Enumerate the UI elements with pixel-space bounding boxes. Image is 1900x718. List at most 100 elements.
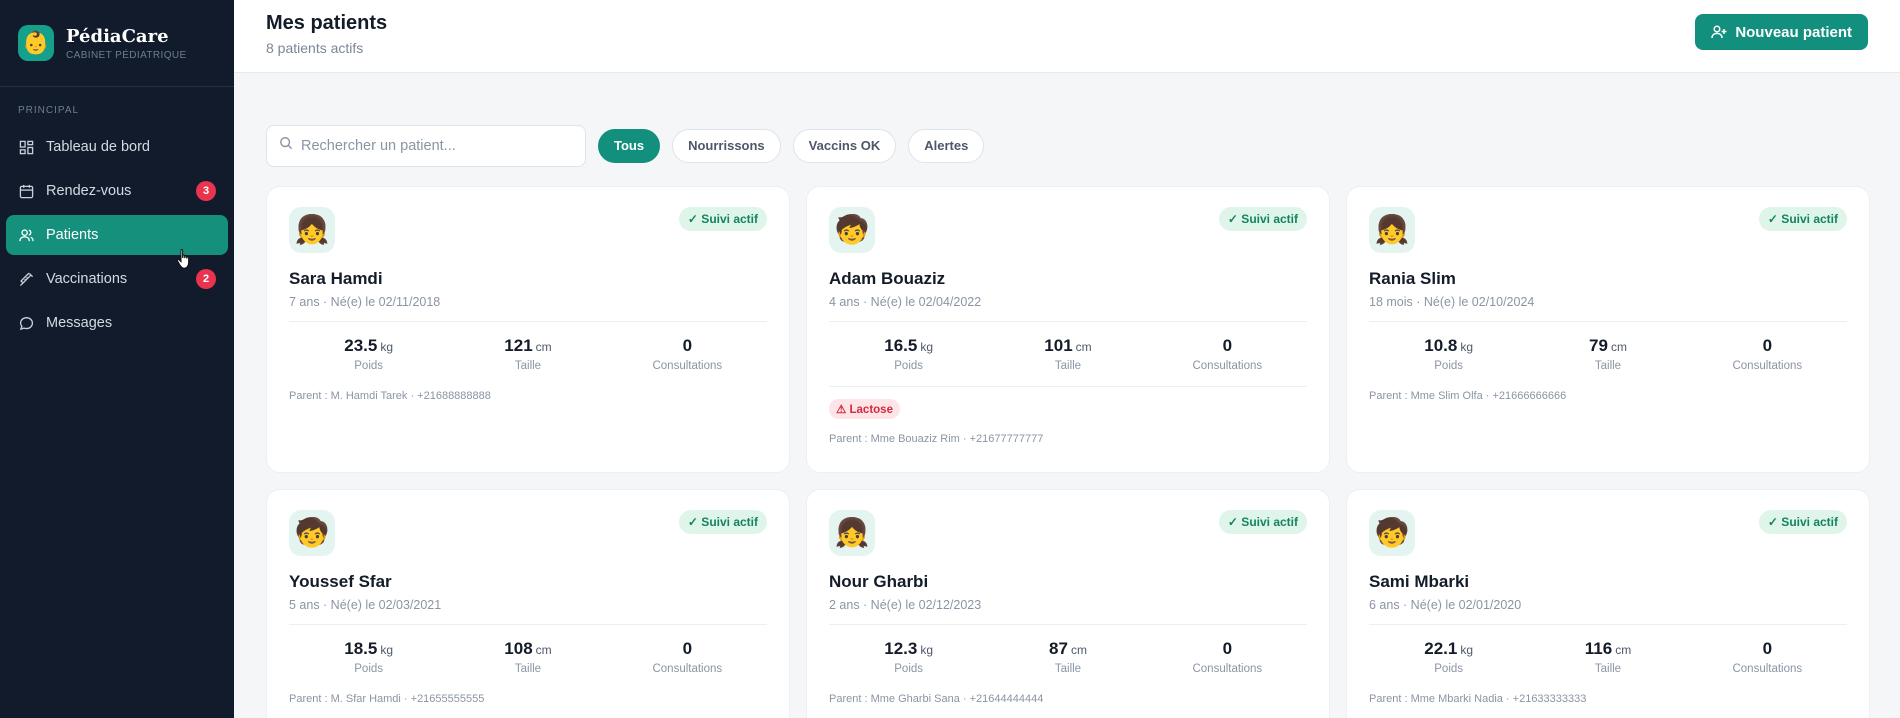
child-avatar-icon: 🧒 <box>829 207 875 253</box>
patient-card[interactable]: 👧 ✓ Suivi actif Rania Slim 18 mois · Né(… <box>1346 186 1870 473</box>
patient-stats: 23.5 kg Poids 121 cm Taille 0 Consultations <box>289 321 767 372</box>
page-title: Mes patients <box>266 12 388 34</box>
weight-label: Poids <box>354 663 384 675</box>
consultations-label: Consultations <box>1192 360 1263 372</box>
patient-card[interactable]: 🧒 ✓ Suivi actif Adam Bouaziz 4 ans · Né(… <box>806 186 1330 473</box>
parent-info: Parent : Mme Mbarki Nadia · +21633333333 <box>1369 693 1587 705</box>
stat-height: 108 cm Taille <box>448 639 607 675</box>
patient-card[interactable]: 🧒 ✓ Suivi actif Youssef Sfar 5 ans · Né(… <box>266 489 790 718</box>
stat-consultations: 0 Consultations <box>608 639 767 675</box>
height-value: 116 <box>1584 639 1613 658</box>
sidebar-item-label: Vaccinations <box>46 271 128 287</box>
patient-name: Nour Gharbi <box>829 572 929 591</box>
stat-weight: 23.5 kg Poids <box>289 336 448 372</box>
status-badge: ✓ Suivi actif <box>678 207 767 231</box>
stat-height: 101 cm Taille <box>988 336 1147 372</box>
filter-toolbar: Tous Nourrissons Vaccins OK Alertes <box>234 73 1900 186</box>
height-unit: cm <box>535 643 552 657</box>
sidebar-item-label: Tableau de bord <box>46 139 150 155</box>
status-badge: ✓ Suivi actif <box>1758 207 1847 231</box>
height-label: Taille <box>1594 360 1622 372</box>
weight-value: 23.5 <box>344 336 378 355</box>
height-value: 87 <box>1049 639 1068 658</box>
weight-label: Poids <box>1434 360 1464 372</box>
page-subtitle: 8 patients actifs <box>266 40 364 56</box>
stat-consultations: 0 Consultations <box>1688 336 1847 372</box>
allergy-badge: ⚠ Lactose <box>829 399 900 419</box>
weight-label: Poids <box>894 360 924 372</box>
filter-chip-alerts[interactable]: Alertes <box>908 128 985 163</box>
patient-stats: 22.1 kg Poids 116 cm Taille 0 Consultations <box>1369 624 1847 675</box>
weight-label: Poids <box>354 360 384 372</box>
vaccinations-count-badge: 2 <box>196 269 216 289</box>
height-label: Taille <box>1054 360 1082 372</box>
consultations-value: 0 <box>1762 336 1773 355</box>
sidebar-section-label: PRINCIPAL <box>18 105 80 116</box>
appointments-count-badge: 3 <box>196 181 216 201</box>
parent-info: Parent : Mme Slim Olfa · +21666666666 <box>1369 390 1567 402</box>
page-heading: Mes patients 8 patients actifs <box>266 12 387 56</box>
patient-age: 2 ans · Né(e) le 02/12/2023 <box>829 598 982 612</box>
sidebar-item-vaccinations[interactable]: Vaccinations 2 <box>6 259 228 299</box>
calendar-icon <box>18 183 34 199</box>
patient-grid: 👧 ✓ Suivi actif Sara Hamdi 7 ans · Né(e)… <box>234 186 1900 718</box>
weight-unit: kg <box>1460 643 1474 657</box>
app-root: 👶 PédiaCare CABINET PÉDIATRIQUE PRINCIPA… <box>0 0 1900 718</box>
height-value: 79 <box>1589 336 1608 355</box>
status-badge: ✓ Suivi actif <box>678 510 767 534</box>
consultations-label: Consultations <box>652 663 723 675</box>
sidebar-item-messages[interactable]: Messages <box>6 303 228 343</box>
height-label: Taille <box>514 360 542 372</box>
filter-chip-vaccines-ok[interactable]: Vaccins OK <box>792 128 897 163</box>
girl-avatar-icon: 👧 <box>1369 207 1415 253</box>
sidebar-item-patients[interactable]: Patients <box>6 215 228 255</box>
stat-weight: 16.5 kg Poids <box>829 336 988 372</box>
height-unit: cm <box>1610 340 1627 354</box>
sidebar-item-label: Patients <box>46 227 99 243</box>
weight-value: 18.5 <box>344 639 378 658</box>
sidebar-nav: Tableau de bord Rendez-vous 3 Patients V… <box>0 127 234 343</box>
hand-cursor-icon <box>176 248 194 275</box>
search-box[interactable] <box>266 124 586 167</box>
user-plus-icon <box>1711 24 1727 40</box>
height-label: Taille <box>1054 663 1082 675</box>
chat-icon <box>18 315 34 331</box>
search-icon <box>279 136 293 155</box>
patient-stats: 18.5 kg Poids 108 cm Taille 0 Consultations <box>289 624 767 675</box>
filter-chip-infants[interactable]: Nourrissons <box>672 128 781 163</box>
dashboard-icon <box>18 139 34 155</box>
patient-name: Sara Hamdi <box>289 269 383 288</box>
consultations-value: 0 <box>682 336 693 355</box>
brand-text: PédiaCare CABINET PÉDIATRIQUE <box>66 26 187 61</box>
consultations-value: 0 <box>1222 336 1233 355</box>
brand-name: PédiaCare <box>66 25 169 47</box>
patient-card[interactable]: 🧒 ✓ Suivi actif Sami Mbarki 6 ans · Né(e… <box>1346 489 1870 718</box>
brand-subtitle: CABINET PÉDIATRIQUE <box>66 49 187 61</box>
filter-chip-all[interactable]: Tous <box>598 128 661 163</box>
brand: 👶 PédiaCare CABINET PÉDIATRIQUE <box>0 0 234 87</box>
patient-name: Rania Slim <box>1369 269 1456 288</box>
weight-unit: kg <box>1460 340 1474 354</box>
sidebar-item-dashboard[interactable]: Tableau de bord <box>6 127 228 167</box>
parent-info: Parent : M. Sfar Hamdi · +21655555555 <box>289 693 485 705</box>
stat-height: 121 cm Taille <box>448 336 607 372</box>
sidebar-item-appointments[interactable]: Rendez-vous 3 <box>6 171 228 211</box>
height-label: Taille <box>1594 663 1622 675</box>
status-badge: ✓ Suivi actif <box>1218 207 1307 231</box>
consultations-value: 0 <box>682 639 693 658</box>
consultations-value: 0 <box>1762 639 1773 658</box>
new-patient-button[interactable]: Nouveau patient <box>1695 14 1868 50</box>
search-input[interactable] <box>301 137 571 154</box>
stat-height: 79 cm Taille <box>1528 336 1687 372</box>
patient-age: 4 ans · Né(e) le 02/04/2022 <box>829 295 982 309</box>
patient-card[interactable]: 👧 ✓ Suivi actif Sara Hamdi 7 ans · Né(e)… <box>266 186 790 473</box>
weight-value: 10.8 <box>1424 336 1458 355</box>
sidebar-item-label: Messages <box>46 315 113 331</box>
parent-info: Parent : Mme Bouaziz Rim · +21677777777 <box>829 433 1044 445</box>
patient-name: Youssef Sfar <box>289 572 392 591</box>
sidebar: 👶 PédiaCare CABINET PÉDIATRIQUE PRINCIPA… <box>0 0 234 718</box>
patient-card[interactable]: 👧 ✓ Suivi actif Nour Gharbi 2 ans · Né(e… <box>806 489 1330 718</box>
consultations-label: Consultations <box>1732 663 1803 675</box>
weight-value: 16.5 <box>884 336 918 355</box>
weight-value: 12.3 <box>884 639 918 658</box>
